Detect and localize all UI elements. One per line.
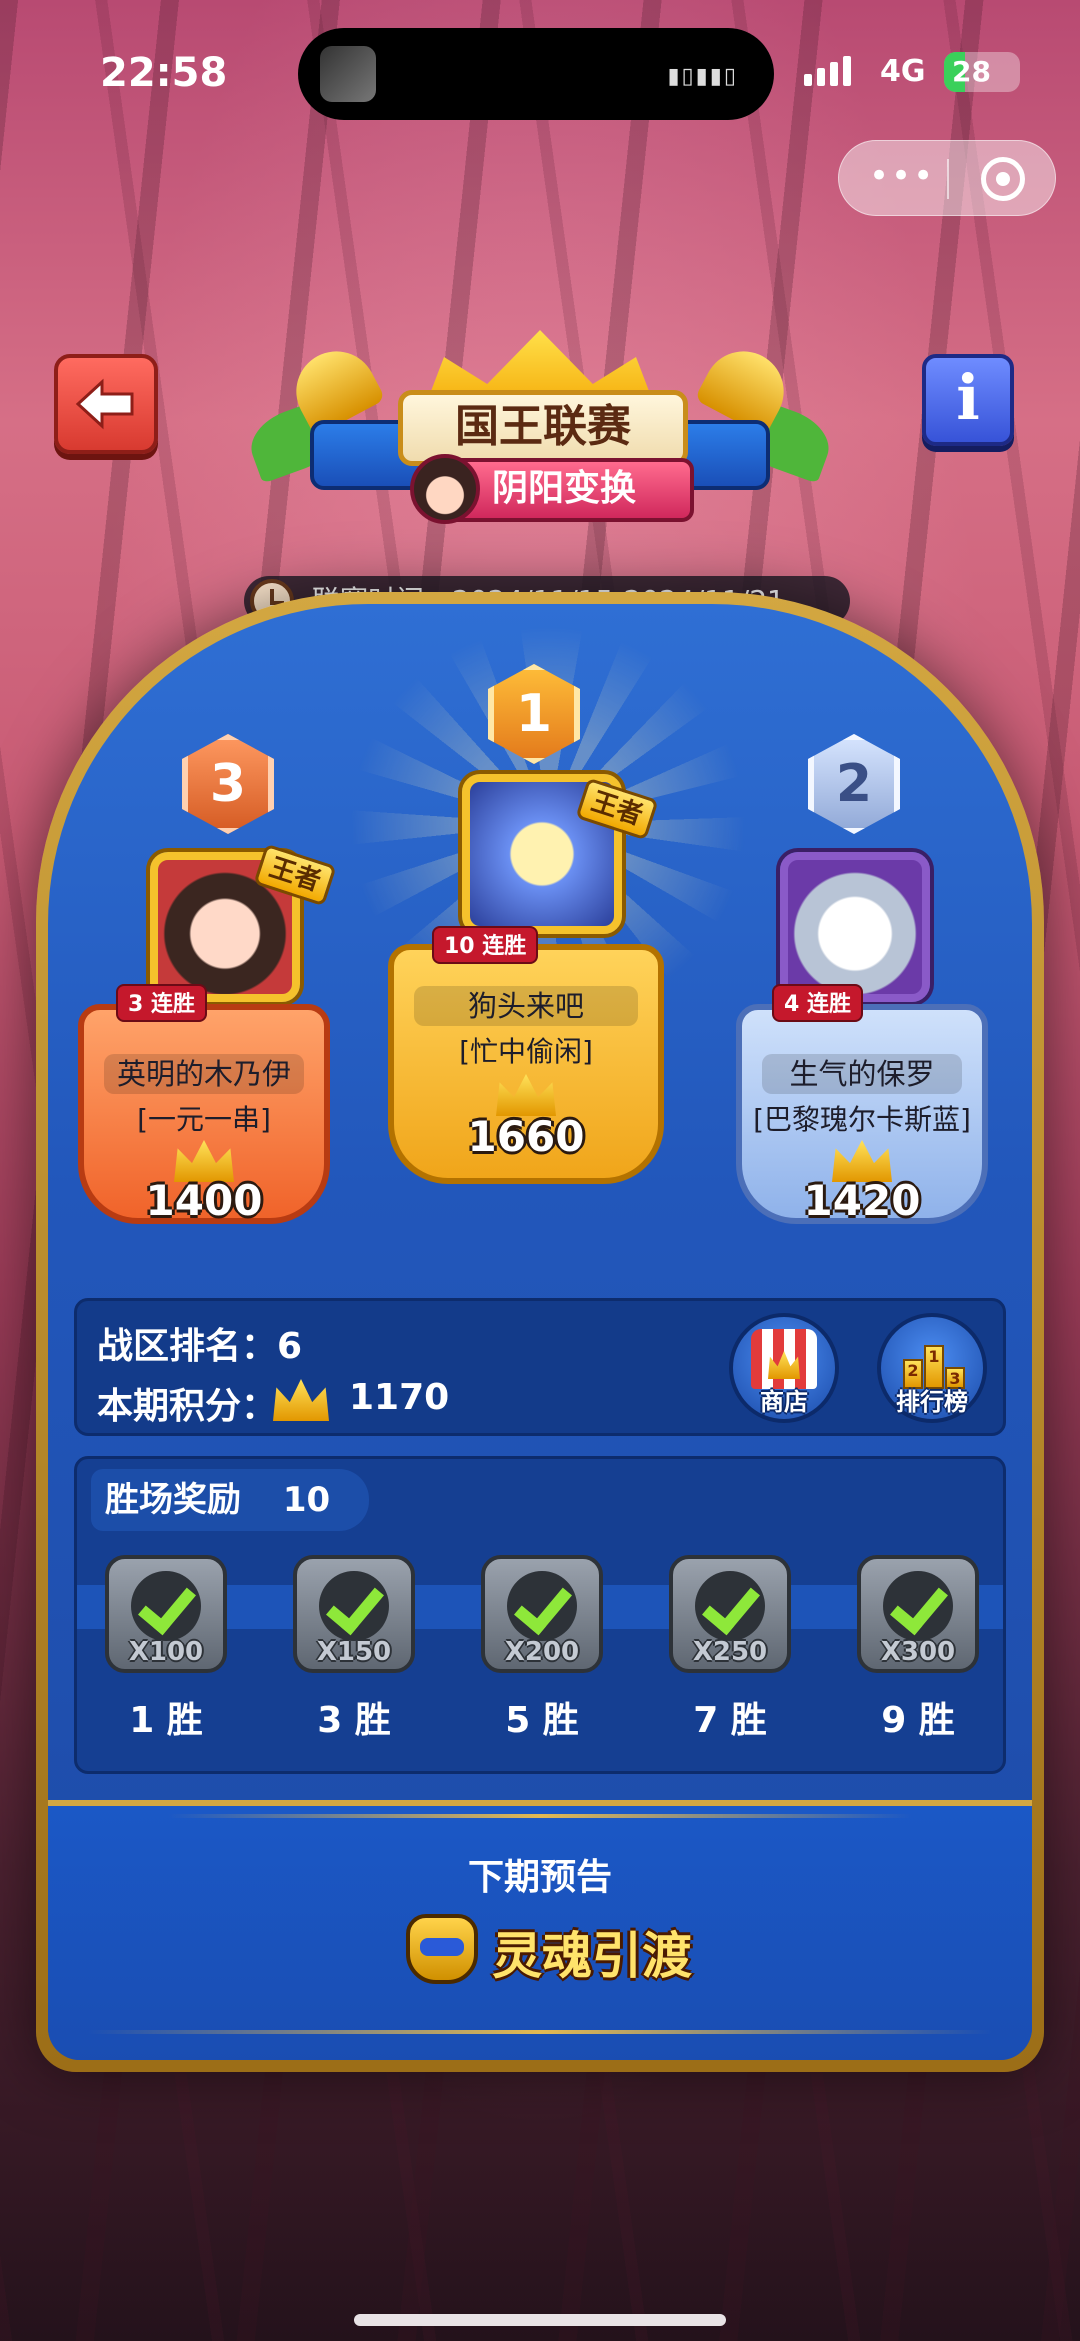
player-score-1: 1660 — [467, 1112, 585, 1161]
player-name-1: 狗头来吧 — [414, 986, 638, 1026]
reward-item[interactable]: X300 9 胜 — [857, 1555, 979, 1745]
rewards-header: 胜场奖励 10 — [91, 1469, 369, 1531]
reward-wins-label: 1 胜 — [129, 1700, 203, 1741]
capsule-divider — [947, 159, 949, 199]
title-banner: 国王联赛 阴阳变换 — [242, 330, 838, 540]
podium-first[interactable]: 1 王者 狗头来吧 [忙中偷闲] 1660 10 连胜 — [388, 664, 708, 1264]
reward-item[interactable]: X100 1 胜 — [105, 1555, 227, 1745]
rewards-wins: 10 — [282, 1480, 331, 1520]
period-score: 1170 — [349, 1377, 450, 1418]
check-icon — [883, 1571, 953, 1641]
status-time: 22:58 — [100, 50, 228, 96]
league-panel: 3 王者 英明的木乃伊 [一元一串] 1400 3 连胜 1 王者 狗头来吧 [… — [36, 592, 1044, 2072]
rewards-title: 胜场奖励 — [105, 1480, 241, 1520]
reward-wins-label: 3 胜 — [317, 1700, 391, 1741]
reward-chest: X100 — [105, 1555, 227, 1673]
reward-chest: X150 — [293, 1555, 415, 1673]
win-streak-1: 10 连胜 — [432, 926, 539, 964]
rank-badge-3: 3 — [182, 734, 274, 834]
podium-third[interactable]: 3 王者 英明的木乃伊 [一元一串] 1400 3 连胜 — [78, 734, 378, 1314]
battery-level: 28 — [952, 55, 991, 88]
close-target-icon[interactable] — [981, 157, 1025, 201]
shop-icon — [751, 1329, 817, 1389]
more-icon[interactable]: ••• — [869, 159, 935, 193]
reward-wins-label: 5 胜 — [505, 1700, 579, 1741]
back-arrow-icon — [75, 378, 134, 430]
reward-wins-label: 9 胜 — [881, 1700, 955, 1741]
check-icon — [507, 1571, 577, 1641]
divider-line — [168, 1814, 912, 1818]
reward-amount: X250 — [692, 1637, 768, 1667]
reward-wins-label: 7 胜 — [693, 1700, 767, 1741]
reward-chest: X200 — [481, 1555, 603, 1673]
info-button[interactable]: i — [922, 354, 1014, 446]
divider-line — [88, 2030, 992, 2034]
reward-amount: X300 — [880, 1637, 956, 1667]
status-bar: 22:58 ▮▯▮▮▯ 4G 28 — [0, 0, 1080, 150]
shop-button[interactable]: 商店 — [729, 1313, 839, 1423]
reward-item[interactable]: X200 5 胜 — [481, 1555, 603, 1745]
player-avatar-2 — [780, 852, 930, 1002]
check-icon — [319, 1571, 389, 1641]
reward-item[interactable]: X250 7 胜 — [669, 1555, 791, 1745]
rank-badge-1: 1 — [488, 664, 580, 764]
signal-icon — [804, 56, 851, 86]
reward-chest: X250 — [669, 1555, 791, 1673]
rank-badge-2: 2 — [808, 734, 900, 834]
leaderboard-button[interactable]: 2 1 3 排行榜 — [877, 1313, 987, 1423]
check-icon — [695, 1571, 765, 1641]
player-guild-1: [忙中偷闲] — [459, 1035, 593, 1068]
win-streak-2: 4 连胜 — [772, 984, 863, 1022]
crown-icon — [273, 1379, 329, 1421]
shop-label: 商店 — [760, 1388, 808, 1416]
period-score-label: 本期积分： — [97, 1386, 278, 1427]
battery-icon: 28 — [944, 52, 1020, 92]
reward-amount: X200 — [504, 1637, 580, 1667]
network-type: 4G — [880, 54, 926, 89]
player-guild-3: [一元一串] — [137, 1103, 271, 1136]
reward-amount: X100 — [128, 1637, 204, 1667]
home-indicator[interactable] — [354, 2314, 726, 2326]
crown-icon — [496, 1074, 556, 1116]
player-guild-2: [巴黎瑰尔卡斯蓝] — [753, 1103, 971, 1136]
miniprogram-capsule: ••• — [838, 140, 1056, 216]
next-preview-name: 灵魂引渡 — [492, 1927, 692, 1985]
player-score-2: 1420 — [803, 1176, 921, 1225]
league-panel-inner: 3 王者 英明的木乃伊 [一元一串] 1400 3 连胜 1 王者 狗头来吧 [… — [48, 604, 1032, 2060]
podium-shield-2: 生气的保罗 [巴黎瑰尔卡斯蓝] 1420 — [736, 1004, 988, 1225]
check-icon — [131, 1571, 201, 1641]
island-avatar — [320, 46, 376, 102]
reward-amount: X150 — [316, 1637, 392, 1667]
reward-item[interactable]: X150 3 胜 — [293, 1555, 415, 1745]
podium-shield-3: 英明的木乃伊 [一元一串] 1400 — [78, 1004, 330, 1225]
podium-shield-1: 狗头来吧 [忙中偷闲] 1660 — [388, 944, 664, 1184]
leaderboard-label: 排行榜 — [896, 1388, 968, 1416]
dynamic-island: ▮▯▮▮▯ — [298, 28, 774, 120]
win-rewards: 胜场奖励 10 X100 1 胜 X150 3 胜 X200 5 胜 X250 … — [74, 1456, 1006, 1774]
player-name-2: 生气的保罗 — [762, 1054, 962, 1094]
win-streak-3: 3 连胜 — [116, 984, 207, 1022]
audio-wave-icon: ▮▯▮▮▯ — [667, 64, 738, 89]
next-preview-title: 下期预告 — [467, 1857, 612, 1898]
player-stats: 战区排名：6 本期积分： 1170 商店 2 1 3 排行榜 — [74, 1298, 1006, 1436]
mask-icon — [406, 1914, 478, 1984]
reward-chest: X300 — [857, 1555, 979, 1673]
next-season-preview: 下期预告 灵魂引渡 — [48, 1800, 1032, 2060]
podium-second[interactable]: 2 生气的保罗 [巴黎瑰尔卡斯蓝] 1420 4 连胜 — [736, 734, 1032, 1314]
player-score-3: 1400 — [145, 1176, 263, 1225]
theme-avatar — [410, 454, 480, 524]
info-icon: i — [956, 361, 980, 434]
player-name-3: 英明的木乃伊 — [104, 1054, 304, 1094]
zone-rank: 战区排名：6 — [97, 1326, 303, 1367]
back-button[interactable] — [54, 354, 158, 454]
